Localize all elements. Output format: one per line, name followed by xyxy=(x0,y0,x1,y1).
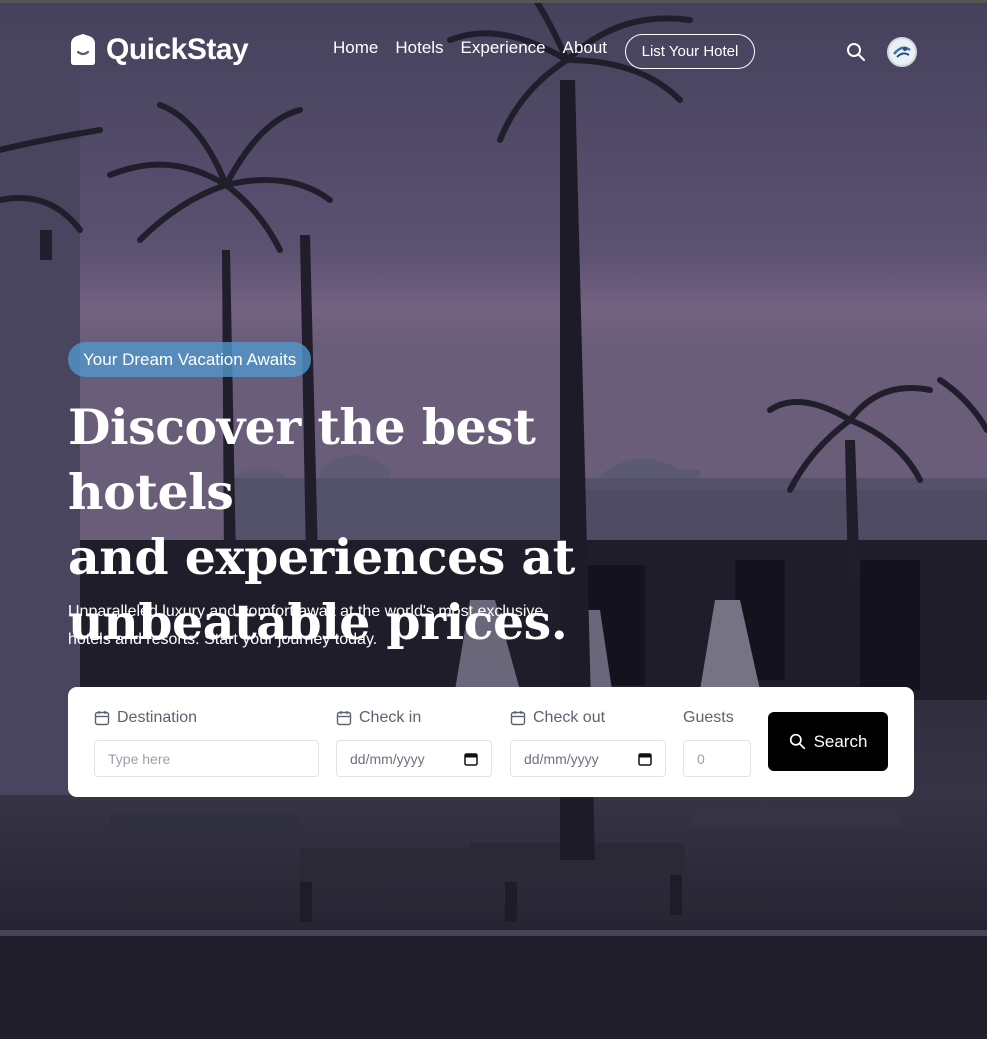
nav-link-home[interactable]: Home xyxy=(333,38,378,58)
headline-line: Discover the best hotels xyxy=(68,398,536,521)
search-button[interactable]: Search xyxy=(768,712,888,771)
check-in-date-input[interactable]: dd/mm/yyyy xyxy=(336,740,492,777)
check-in-label-group: Check in xyxy=(336,709,421,727)
search-button-label: Search xyxy=(813,731,868,751)
user-avatar[interactable] xyxy=(887,37,917,67)
check-out-label: Check out xyxy=(533,709,606,726)
guests-label-group: Guests xyxy=(683,709,734,727)
check-in-date-value: dd/mm/yyyy xyxy=(350,750,425,767)
guests-label: Guests xyxy=(683,709,734,726)
calendar-icon xyxy=(336,711,352,726)
destination-label-group: Destination xyxy=(94,709,197,727)
check-out-date-input[interactable]: dd/mm/yyyy xyxy=(510,740,666,777)
date-picker-icon[interactable] xyxy=(638,752,652,766)
check-out-date-value: dd/mm/yyyy xyxy=(524,750,599,767)
main-nav: Home Hotels Experience About xyxy=(333,38,607,58)
subtext-line: hotels and resorts. Start your journey t… xyxy=(68,631,378,648)
destination-label: Destination xyxy=(117,709,198,726)
search-icon xyxy=(789,733,805,750)
nav-link-about[interactable]: About xyxy=(563,38,607,58)
list-your-hotel-button[interactable]: List Your Hotel xyxy=(625,34,755,69)
brand-name: QuickStay xyxy=(106,33,249,66)
hero-subtext: Unparalleled luxury and comfort await at… xyxy=(68,598,608,654)
hotel-search-form: Destination Type here Check in dd/mm/yyy… xyxy=(68,687,914,797)
destination-placeholder: Type here xyxy=(108,750,171,767)
window-top-border xyxy=(0,0,987,3)
nav-link-hotels[interactable]: Hotels xyxy=(395,38,443,58)
calendar-icon xyxy=(510,711,526,726)
guests-value: 0 xyxy=(697,750,705,767)
guests-input[interactable]: 0 xyxy=(683,740,751,777)
check-out-label-group: Check out xyxy=(510,709,605,727)
check-in-label: Check in xyxy=(359,709,422,726)
nav-link-experience[interactable]: Experience xyxy=(461,38,546,58)
date-picker-icon[interactable] xyxy=(464,752,478,766)
avatar-image-icon xyxy=(890,40,914,64)
hotel-bell-logo-icon xyxy=(71,34,95,65)
headline-line: and experiences at xyxy=(68,528,575,586)
hero-badge: Your Dream Vacation Awaits xyxy=(68,342,312,377)
calendar-icon xyxy=(94,711,110,726)
search-icon[interactable] xyxy=(846,42,866,62)
destination-input[interactable]: Type here xyxy=(94,740,319,777)
subtext-line: Unparalleled luxury and comfort await at… xyxy=(68,603,544,620)
brand-logo[interactable]: QuickStay xyxy=(68,33,249,67)
